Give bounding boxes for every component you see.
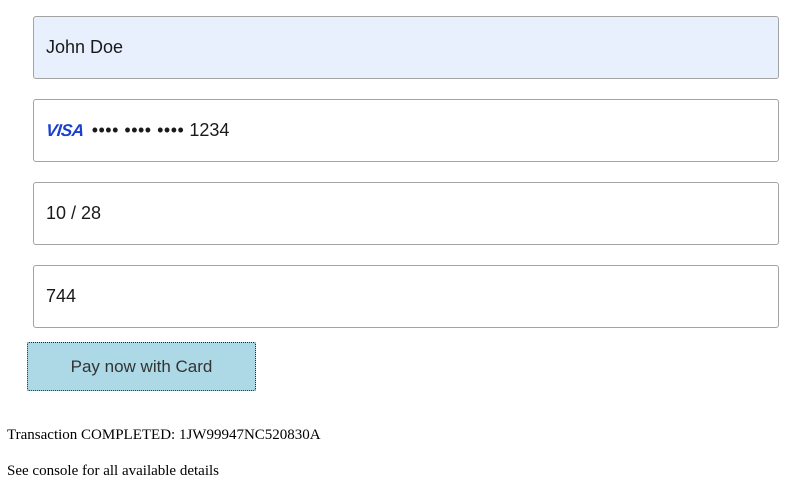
cvv-field[interactable]: 744 xyxy=(33,265,779,328)
pay-now-button[interactable]: Pay now with Card xyxy=(27,342,256,391)
visa-icon: VISA xyxy=(45,120,85,140)
expiry-date-field[interactable]: 10 / 28 xyxy=(33,182,779,245)
card-number-mask: •••• •••• •••• xyxy=(91,120,185,140)
card-number-field[interactable]: VISA •••• •••• •••• 1234 xyxy=(33,99,779,162)
cardholder-name-value: John Doe xyxy=(46,37,124,57)
cvv-value: 744 xyxy=(46,286,77,306)
cardholder-name-field[interactable]: John Doe xyxy=(33,16,779,79)
console-note: See console for all available details xyxy=(7,463,219,479)
card-number-last4: 1234 xyxy=(189,120,230,140)
expiry-date-value: 10 / 28 xyxy=(46,203,102,223)
transaction-status: Transaction COMPLETED: 1JW99947NC520830A xyxy=(7,427,321,443)
pay-now-button-label: Pay now with Card xyxy=(70,356,213,376)
